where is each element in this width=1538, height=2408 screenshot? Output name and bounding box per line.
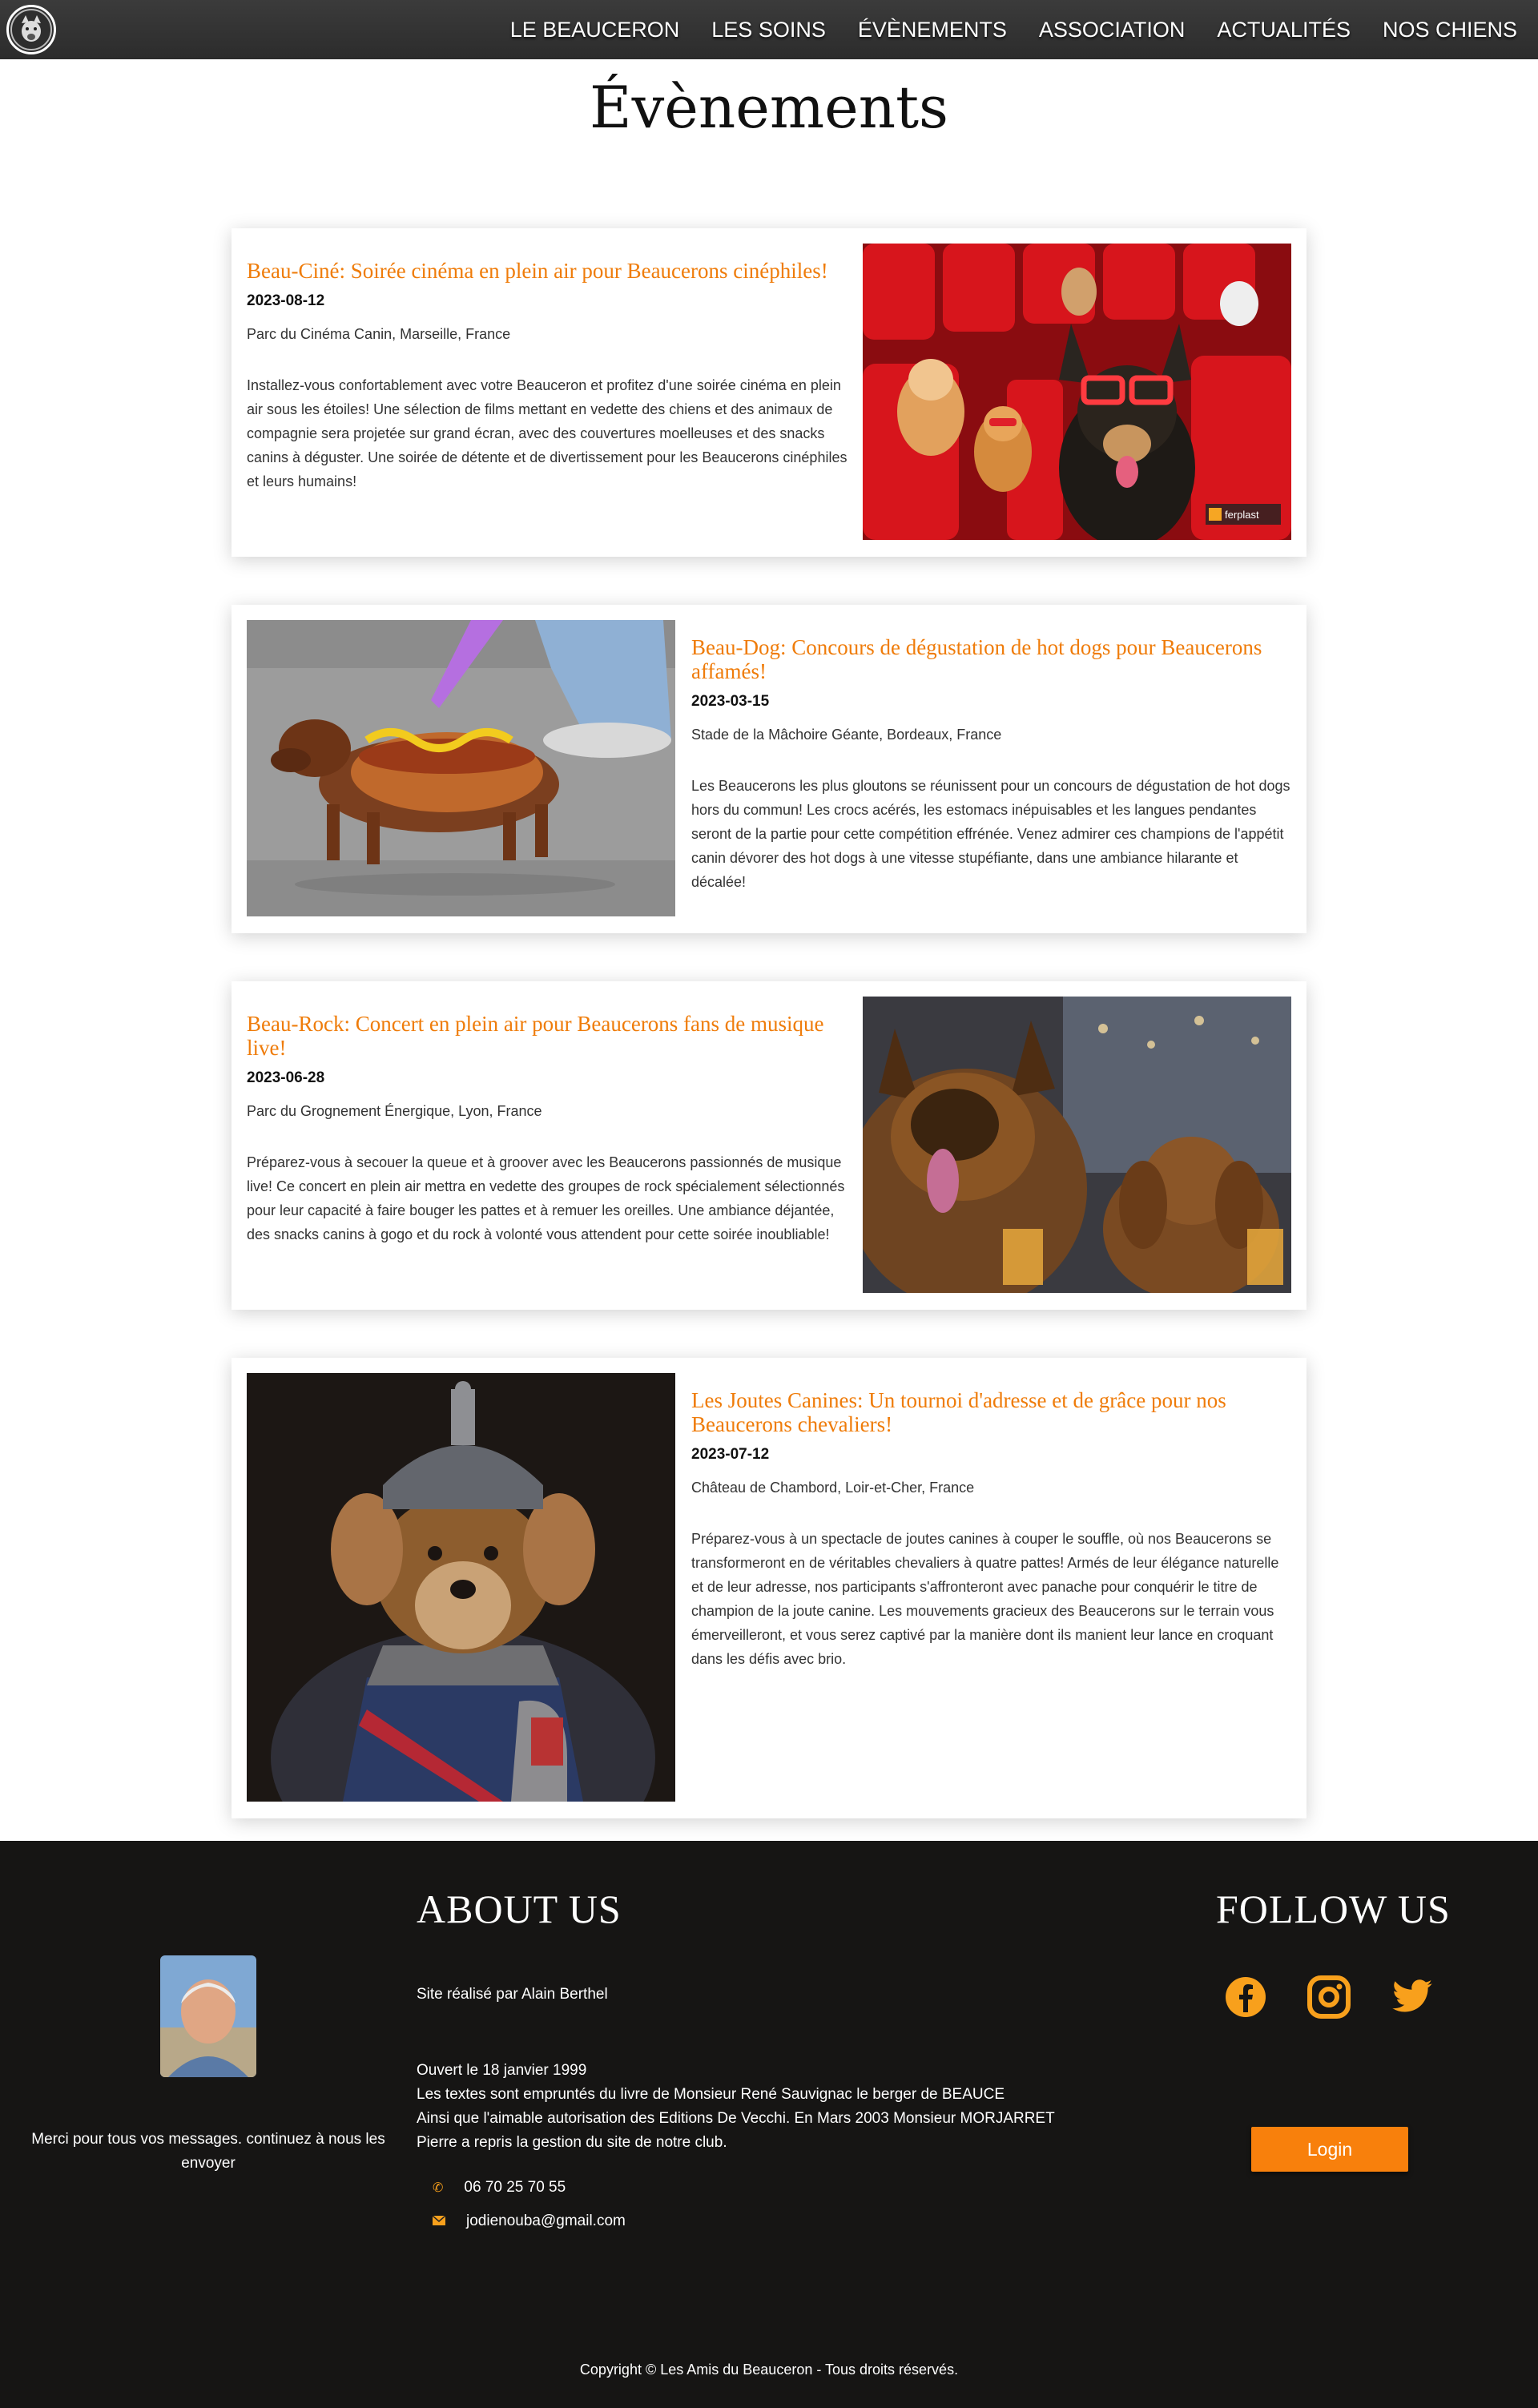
login-button[interactable]: Login	[1251, 2127, 1408, 2172]
club-logo[interactable]	[6, 5, 56, 54]
event-title: Beau-Ciné: Soirée cinéma en plein air po…	[247, 259, 828, 283]
contact-email: jodienouba@gmail.com	[432, 2213, 626, 2230]
about-line: Les textes sont empruntés du livre de Mo…	[417, 2086, 1005, 2103]
instagram-icon[interactable]	[1307, 1975, 1351, 2019]
event-card-beau-dog: Beau-Dog: Concours de dégustation de hot…	[232, 605, 1306, 933]
nav-actualites[interactable]: ACTUALITÉS	[1217, 18, 1351, 42]
event-image-dogs-at-bar	[863, 997, 1291, 1293]
event-title: Beau-Dog: Concours de dégustation de hot…	[691, 635, 1262, 683]
event-description: Les Beaucerons les plus gloutons se réun…	[691, 778, 1290, 890]
event-image-cinema-dogs: ferplast	[863, 244, 1291, 540]
event-card-joutes-canines: Les Joutes Canines: Un tournoi d'adresse…	[232, 1358, 1306, 1818]
event-title: Beau-Rock: Concert en plein air pour Bea…	[247, 1012, 824, 1060]
site-footer: Merci pour tous vos messages. continuez …	[0, 1841, 1538, 2408]
phone-number[interactable]: 06 70 25 70 55	[464, 2179, 566, 2197]
event-description: Préparez-vous à secouer la queue et à gr…	[247, 1154, 845, 1242]
event-description: Installez-vous confortablement avec votr…	[247, 377, 848, 489]
event-location: Stade de la Mâchoire Géante, Bordeaux, F…	[691, 727, 1002, 743]
email-address[interactable]: jodienouba@gmail.com	[466, 2213, 626, 2230]
about-text: Ouvert le 18 janvier 1999 Les textes son…	[417, 2059, 1055, 2155]
event-location: Château de Chambord, Loir-et-Cher, Franc…	[691, 1480, 975, 1496]
twitter-icon[interactable]	[1391, 1975, 1434, 2019]
event-date: 2023-06-28	[247, 1069, 325, 1086]
nav-les-soins[interactable]: LES SOINS	[711, 18, 826, 42]
top-navbar: LE BEAUCERON LES SOINS ÉVÈNEMENTS ASSOCI…	[0, 0, 1538, 59]
event-date: 2023-07-12	[691, 1446, 770, 1463]
author-avatar	[160, 1955, 256, 2077]
nav-evenements[interactable]: ÉVÈNEMENTS	[858, 18, 1007, 42]
event-title: Les Joutes Canines: Un tournoi d'adresse…	[691, 1388, 1226, 1436]
site-credit: Site réalisé par Alain Berthel	[417, 1986, 608, 2003]
dog-head-logo-icon	[10, 9, 52, 50]
page-title: Évènements	[590, 74, 948, 141]
copyright-notice: Copyright © Les Amis du Beauceron - Tous…	[579, 2362, 959, 2378]
event-card-beau-rock: Beau-Rock: Concert en plein air pour Bea…	[232, 981, 1306, 1310]
event-date: 2023-08-12	[247, 292, 325, 309]
ferplast-watermark: ferplast	[1225, 509, 1259, 521]
about-line: Ouvert le 18 janvier 1999	[417, 2062, 587, 2079]
about-line: Ainsi que l'aimable autorisation des Edi…	[417, 2110, 1055, 2127]
event-image-hotdog-dog	[247, 620, 675, 916]
event-card-text: Beau-Ciné: Soirée cinéma en plein air po…	[247, 259, 848, 493]
main-nav: LE BEAUCERON LES SOINS ÉVÈNEMENTS ASSOCI…	[510, 0, 1517, 59]
event-date: 2023-03-15	[691, 693, 770, 710]
event-card-beau-cine: Beau-Ciné: Soirée cinéma en plein air po…	[232, 228, 1306, 557]
event-location: Parc du Cinéma Canin, Marseille, France	[247, 326, 511, 342]
event-image-knight-dog	[247, 1373, 675, 1802]
nav-nos-chiens[interactable]: NOS CHIENS	[1383, 18, 1517, 42]
nav-association[interactable]: ASSOCIATION	[1039, 18, 1186, 42]
about-line: Pierre a repris la gestion du site de no…	[417, 2134, 727, 2151]
email-icon	[432, 2213, 446, 2230]
follow-us-heading: FOLLOW US	[1216, 1887, 1451, 1931]
footer-thanks-message: Merci pour tous vos messages. continuez …	[31, 2131, 385, 2172]
event-card-text: Beau-Rock: Concert en plein air pour Bea…	[247, 1012, 848, 1246]
event-card-text: Beau-Dog: Concours de dégustation de hot…	[691, 635, 1292, 894]
contact-phone: ✆ 06 70 25 70 55	[433, 2179, 566, 2197]
facebook-icon[interactable]	[1224, 1975, 1267, 2019]
about-us-heading: ABOUT US	[417, 1887, 622, 1931]
event-description: Préparez-vous à un spectacle de joutes c…	[691, 1531, 1279, 1667]
phone-icon: ✆	[433, 2181, 444, 2195]
nav-le-beauceron[interactable]: LE BEAUCERON	[510, 18, 680, 42]
event-card-text: Les Joutes Canines: Un tournoi d'adresse…	[691, 1388, 1292, 1671]
event-location: Parc du Grognement Énergique, Lyon, Fran…	[247, 1103, 542, 1119]
